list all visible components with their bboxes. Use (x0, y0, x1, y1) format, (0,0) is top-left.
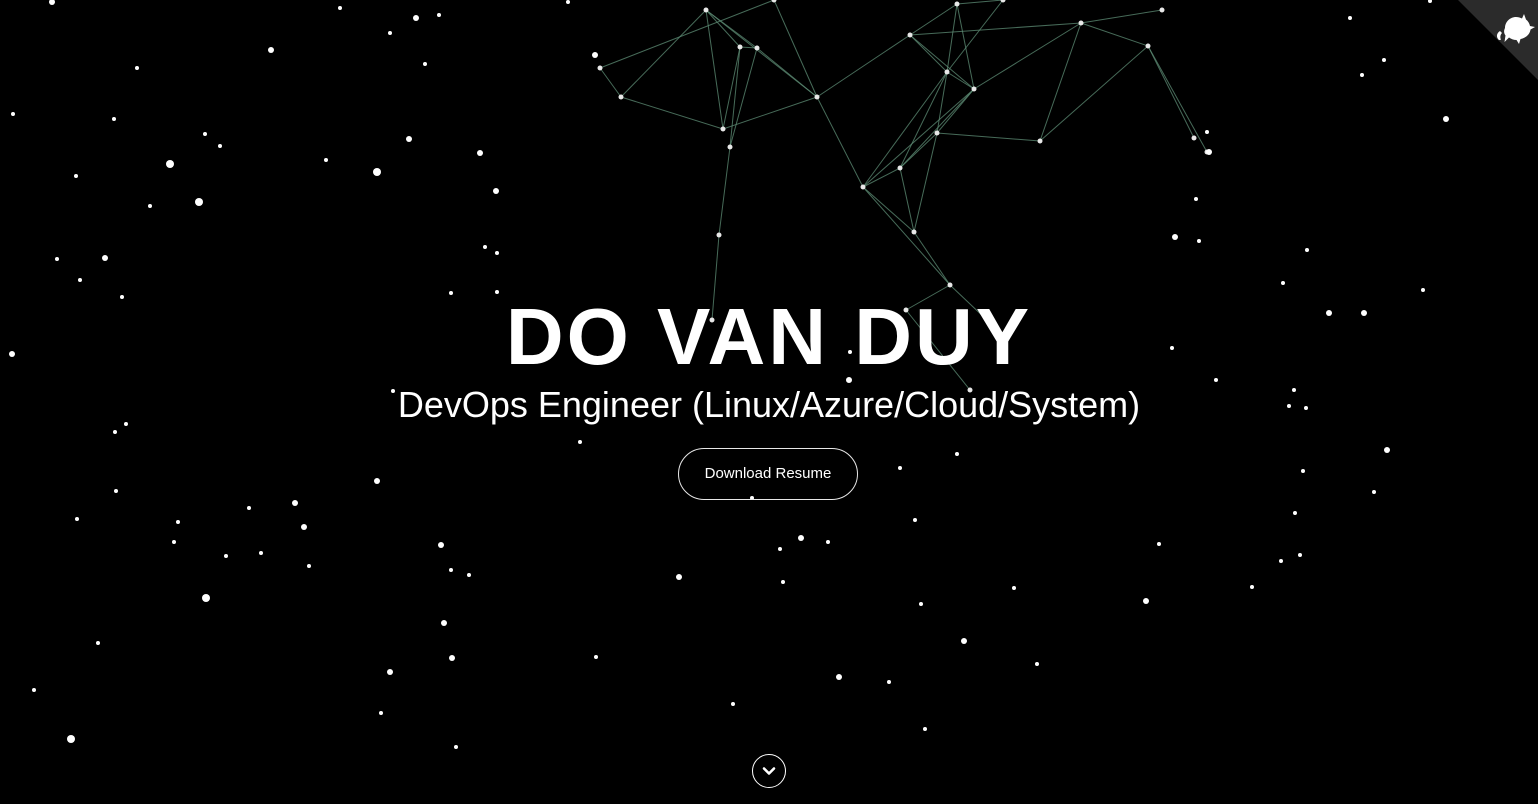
hero-subtitle: DevOps Engineer (Linux/Azure/Cloud/Syste… (397, 384, 1141, 425)
chevron-down-icon (762, 767, 776, 775)
hero-section: DO VAN DUY DevOps Engineer (Linux/Azure/… (0, 0, 1538, 804)
scroll-down-button[interactable] (752, 754, 786, 788)
github-corner-link[interactable] (1458, 0, 1538, 80)
download-resume-button[interactable]: Download Resume (678, 448, 858, 500)
hero-title: DO VAN DUY (505, 292, 1033, 381)
